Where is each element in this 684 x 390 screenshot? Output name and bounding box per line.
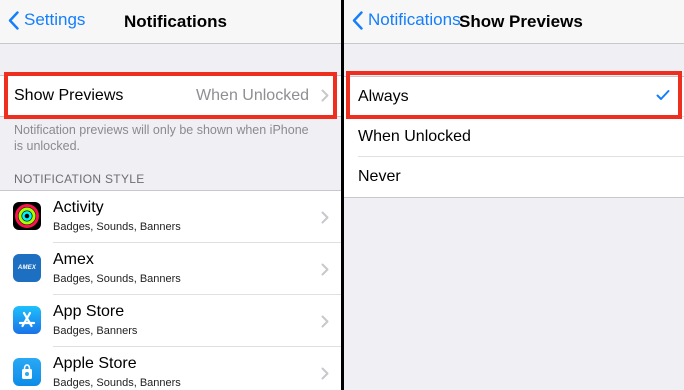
page-title: Notifications — [124, 12, 227, 31]
back-button-notifications[interactable]: Notifications — [352, 10, 461, 30]
option-always[interactable]: Always — [344, 77, 684, 117]
nav-bar: Notifications Show Previews — [344, 0, 684, 44]
app-name: Amex — [53, 251, 94, 268]
back-button-settings[interactable]: Settings — [8, 10, 85, 30]
amex-icon: AMEX — [13, 254, 41, 282]
app-detail: Badges, Sounds, Banners — [53, 273, 181, 285]
app-list: Activity Badges, Sounds, Banners AMEX Am… — [0, 190, 341, 390]
preview-options: Always When Unlocked Never — [344, 76, 684, 198]
app-detail: Badges, Sounds, Banners — [53, 377, 181, 389]
notifications-screen: Settings Notifications Show Previews Whe… — [0, 0, 341, 390]
chevron-left-icon — [8, 10, 19, 30]
nav-bar: Settings Notifications — [0, 0, 341, 44]
preview-note: Notification previews will only be shown… — [14, 123, 309, 153]
option-label: Always — [358, 88, 409, 105]
chevron-right-icon — [321, 263, 329, 276]
page-title: Show Previews — [459, 12, 583, 31]
app-store-icon — [13, 306, 41, 334]
chevron-right-icon — [321, 315, 329, 328]
back-label: Settings — [24, 10, 86, 29]
chevron-left-icon — [352, 10, 363, 30]
chevron-right-icon — [321, 367, 329, 380]
chevron-right-icon — [321, 211, 329, 224]
activity-icon — [13, 202, 41, 230]
app-row-apple-store[interactable]: Apple Store Badges, Sounds, Banners — [0, 347, 341, 390]
app-detail: Badges, Sounds, Banners — [53, 221, 181, 233]
chevron-right-icon — [321, 89, 329, 102]
show-previews-value: When Unlocked — [196, 87, 309, 104]
show-previews-row[interactable]: Show Previews When Unlocked — [0, 76, 341, 116]
show-previews-group: Show Previews When Unlocked — [0, 75, 341, 117]
app-row-app-store[interactable]: App Store Badges, Banners — [0, 295, 341, 347]
show-previews-label: Show Previews — [14, 87, 124, 104]
section-header: NOTIFICATION STYLE — [14, 172, 145, 186]
app-name: Apple Store — [53, 355, 137, 372]
apple-store-icon — [13, 358, 41, 386]
app-row-activity[interactable]: Activity Badges, Sounds, Banners — [0, 191, 341, 243]
app-name: Activity — [53, 199, 104, 216]
app-row-amex[interactable]: AMEX Amex Badges, Sounds, Banners — [0, 243, 341, 295]
app-detail: Badges, Banners — [53, 325, 138, 337]
show-previews-screen: Notifications Show Previews Always When … — [344, 0, 684, 390]
option-label: Never — [358, 168, 401, 185]
option-when-unlocked[interactable]: When Unlocked — [344, 117, 684, 157]
checkmark-icon — [656, 90, 670, 100]
app-name: App Store — [53, 303, 125, 320]
option-never[interactable]: Never — [344, 157, 684, 197]
option-label: When Unlocked — [358, 128, 471, 145]
back-label: Notifications — [368, 10, 461, 29]
